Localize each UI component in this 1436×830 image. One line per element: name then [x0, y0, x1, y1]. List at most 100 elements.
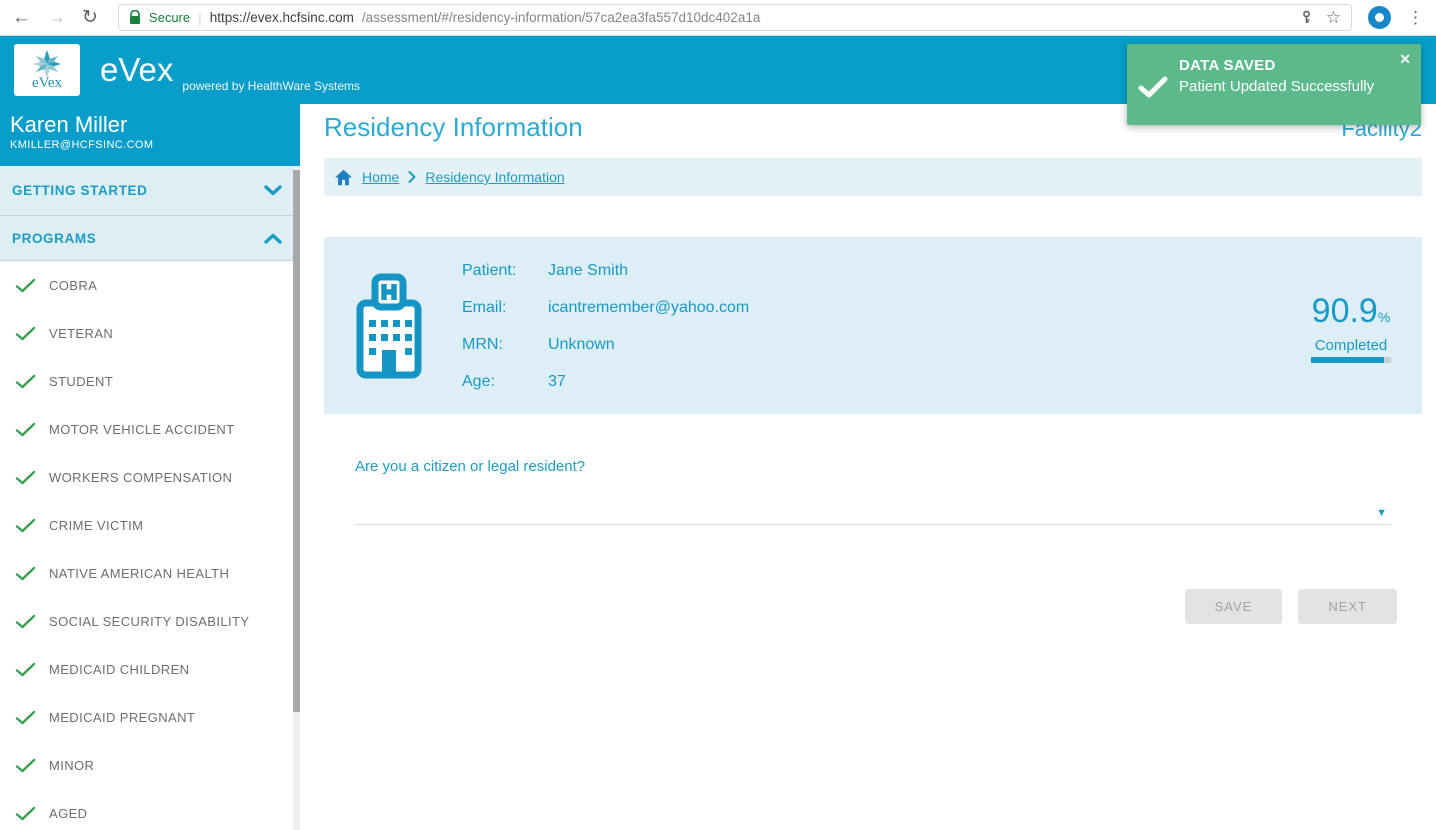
breadcrumb-link-home[interactable]: Home: [362, 169, 399, 185]
powered-by-tagline: powered by HealthWare Systems: [182, 79, 361, 93]
forward-icon[interactable]: →: [47, 8, 66, 27]
program-label: MEDICAID CHILDREN: [49, 661, 190, 677]
profile-avatar[interactable]: [1368, 6, 1391, 29]
toast-title: DATA SAVED: [1179, 57, 1276, 74]
browser-menu-icon[interactable]: ⋮: [1407, 8, 1424, 28]
save-button[interactable]: SAVE: [1184, 589, 1283, 624]
url-host: https://evex.hcfsinc.com: [209, 10, 354, 25]
check-icon: [15, 518, 36, 532]
breadcrumb: Home Residency Information: [324, 158, 1422, 196]
url-path: /assessment/#/residency-information/57ca…: [361, 10, 761, 25]
sidebar-item-minor[interactable]: MINOR: [0, 741, 300, 789]
refresh-icon[interactable]: ↻: [82, 8, 98, 27]
sidebar-scrollbar[interactable]: [293, 166, 300, 830]
program-label: AGED: [49, 805, 88, 821]
sidebar-item-cobra[interactable]: COBRA: [0, 261, 300, 309]
progress-percent: 90.9%: [1311, 292, 1391, 330]
check-icon: [15, 326, 36, 340]
program-list: COBRA VETERAN STUDENT MOTOR VEHICLE ACCI…: [0, 261, 300, 830]
page-title: Residency Information: [324, 112, 583, 142]
check-icon: [15, 806, 36, 820]
percent-sign: %: [1377, 309, 1391, 325]
home-icon[interactable]: [334, 169, 353, 186]
user-block: Karen Miller KMILLER@HCFSINC.COM: [0, 104, 300, 166]
program-label: CRIME VICTIM: [49, 517, 144, 533]
breadcrumb-link-residency-information[interactable]: Residency Information: [425, 169, 564, 185]
sidebar-section-getting-started[interactable]: GETTING STARTED: [0, 166, 300, 216]
toast-close-icon[interactable]: ✕: [1399, 51, 1411, 68]
sidebar-section-programs[interactable]: PROGRAMS: [0, 216, 300, 261]
sidebar-item-crime-victim[interactable]: CRIME VICTIM: [0, 501, 300, 549]
evex-logo: eVex: [14, 44, 80, 96]
sidebar: Karen Miller KMILLER@HCFSINC.COM GETTING…: [0, 104, 300, 830]
address-bar[interactable]: Secure | https://evex.hcfsinc.com/assess…: [117, 4, 1352, 31]
check-icon: [15, 710, 36, 724]
bookmark-star-icon[interactable]: ☆: [1326, 8, 1341, 28]
check-icon: [15, 422, 36, 436]
progress-fill: [1311, 357, 1384, 363]
back-icon[interactable]: ←: [12, 8, 31, 27]
program-label: MOTOR VEHICLE ACCIDENT: [49, 421, 235, 437]
hospital-icon: [356, 273, 422, 378]
question-label: Are you a citizen or legal resident?: [355, 458, 586, 475]
chevron-up-icon: [264, 233, 282, 244]
sidebar-item-student[interactable]: STUDENT: [0, 357, 300, 405]
check-icon: [15, 614, 36, 628]
program-label: SOCIAL SECURITY DISABILITY: [49, 613, 250, 629]
check-icon: [15, 470, 36, 484]
program-label: STUDENT: [49, 373, 114, 389]
mrn-value: Unknown: [548, 335, 615, 353]
logo-wordmark: eVex: [32, 74, 62, 91]
sidebar-item-medicaid-children[interactable]: MEDICAID CHILDREN: [0, 645, 300, 693]
main-content: Residency Information Facility2 Home Res…: [300, 104, 1436, 830]
patient-row: Age: 37: [462, 363, 749, 400]
program-label: MINOR: [49, 757, 95, 773]
sidebar-item-aged[interactable]: AGED: [0, 789, 300, 830]
sidebar-item-medicaid-pregnant[interactable]: MEDICAID PREGNANT: [0, 693, 300, 741]
sidebar-item-veteran[interactable]: VETERAN: [0, 309, 300, 357]
brand-name: eVex: [100, 51, 174, 88]
omnibox-divider: |: [198, 9, 202, 26]
user-email: KMILLER@HCFSINC.COM: [10, 139, 154, 151]
progress-track: [1311, 357, 1391, 363]
check-icon: [15, 566, 36, 580]
browser-toolbar: ← → ↻ Secure | https://evex.hcfsinc.com /…: [0, 0, 1436, 36]
age-value: 37: [548, 372, 566, 390]
sidebar-item-motor-vehicle-accident[interactable]: MOTOR VEHICLE ACCIDENT: [0, 405, 300, 453]
age-label: Age:: [462, 372, 495, 390]
check-icon: [15, 278, 36, 292]
program-label: COBRA: [49, 277, 98, 293]
patient-name-value: Jane Smith: [548, 261, 629, 279]
password-key-icon[interactable]: [1299, 10, 1314, 25]
mrn-label: MRN:: [462, 335, 503, 353]
patient-row: Email: icantremember@yahoo.com: [462, 289, 749, 326]
citizen-select[interactable]: ▼: [355, 499, 1391, 525]
next-button[interactable]: NEXT: [1298, 589, 1397, 624]
lock-icon: [129, 10, 141, 25]
completion-progress: 90.9% Completed: [1311, 293, 1391, 363]
user-name: Karen Miller: [10, 112, 128, 137]
caret-down-icon[interactable]: ▼: [1376, 507, 1387, 519]
patient-summary-card: Patient: Jane Smith Email: icantremember…: [324, 237, 1422, 414]
check-icon: [15, 662, 36, 676]
sidebar-item-workers-compensation[interactable]: WORKERS COMPENSATION: [0, 453, 300, 501]
patient-row: Patient: Jane Smith: [462, 252, 749, 289]
secure-label: Secure: [148, 10, 191, 25]
toast-message: Patient Updated Successfully: [1179, 78, 1375, 95]
toast-notification: DATA SAVED Patient Updated Successfully …: [1127, 44, 1421, 125]
email-label: Email:: [462, 298, 507, 316]
sidebar-item-social-security-disability[interactable]: SOCIAL SECURITY DISABILITY: [0, 597, 300, 645]
section-label: GETTING STARTED: [12, 183, 148, 198]
email-value: icantremember@yahoo.com: [548, 298, 750, 316]
scrollbar-thumb[interactable]: [293, 170, 300, 712]
chevron-down-icon: [264, 185, 282, 196]
section-label: PROGRAMS: [12, 230, 97, 246]
sidebar-item-native-american-health[interactable]: NATIVE AMERICAN HEALTH: [0, 549, 300, 597]
patient-label: Patient:: [462, 261, 517, 279]
chevron-right-icon: [408, 171, 416, 183]
patient-info: Patient: Jane Smith Email: icantremember…: [462, 252, 749, 400]
program-label: NATIVE AMERICAN HEALTH: [49, 565, 230, 581]
program-label: WORKERS COMPENSATION: [49, 469, 233, 485]
starburst-icon: [33, 49, 61, 78]
progress-label: Completed: [1314, 337, 1388, 354]
